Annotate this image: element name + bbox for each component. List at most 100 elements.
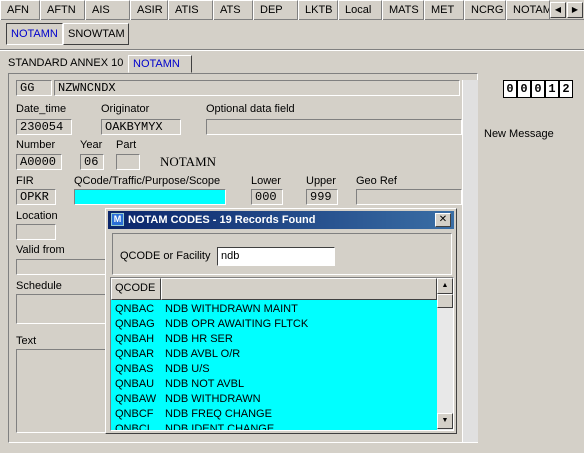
scroll-thumb[interactable] (437, 294, 453, 308)
list-item[interactable]: QNBAR NDB AVBL O/R (111, 347, 437, 362)
list-item[interactable]: QNBAG NDB OPR AWAITING FLTCK (111, 317, 437, 332)
tab-ais[interactable]: AIS (85, 0, 130, 20)
description-cell: NDB HR SER (165, 333, 233, 345)
description-cell: NDB WITHDRAWN MAINT (165, 303, 298, 315)
number-field[interactable]: A0000 (16, 154, 62, 170)
tab-afn[interactable]: AFN (0, 0, 40, 20)
georef-field[interactable] (356, 189, 462, 205)
valid-from-label: Valid from (16, 244, 65, 256)
search-group: QCODE or Facility ndb (112, 233, 452, 275)
qcode-cell: QNBAU (115, 378, 155, 390)
scroll-down-arrow-icon[interactable]: ▼ (437, 413, 453, 429)
column-header-description[interactable] (161, 278, 437, 300)
list-item[interactable]: QNBAC NDB WITHDRAWN MAINT (111, 302, 437, 317)
location-label: Location (16, 210, 58, 222)
qcode-results-list[interactable]: QCODE QNBAC NDB WITHDRAWN MAINT QNBAG NDB O… (110, 277, 454, 431)
text-label: Text (16, 335, 37, 347)
number-label: Number (16, 139, 56, 151)
subtab-snowtam[interactable]: SNOWTAM (63, 23, 129, 45)
upper-label: Upper (306, 175, 336, 187)
tab-dep[interactable]: DEP (253, 0, 298, 20)
text-area[interactable] (16, 349, 106, 433)
list-item[interactable]: QNBCF NDB FREQ CHANGE (111, 407, 437, 422)
part-field[interactable] (116, 154, 140, 170)
list-item[interactable]: QNBAU NDB NOT AVBL (111, 377, 437, 392)
divider (0, 49, 584, 51)
app-icon: M (111, 213, 124, 226)
description-cell: NDB NOT AVBL (165, 378, 245, 390)
tab-ats[interactable]: ATS (213, 0, 253, 20)
date-time-label: Date_time (16, 103, 67, 115)
qcode-field[interactable] (74, 189, 226, 205)
list-header: QCODE (111, 278, 437, 300)
schedule-label: Schedule (16, 280, 62, 292)
schedule-field[interactable] (16, 294, 106, 324)
list-item[interactable]: QNBCI NDB IDENT CHANGE (111, 422, 437, 431)
location-field[interactable] (16, 224, 56, 240)
qcode-cell: QNBCI (115, 423, 150, 431)
top-tab-strip: AFN AFTN AIS ASIR ATIS ATS DEP LKTB Loca… (0, 0, 584, 20)
scroll-right-arrow-icon[interactable]: ▶ (567, 2, 583, 18)
tab-lktb[interactable]: LKTB (298, 0, 338, 20)
qcode-cell: QNBAC (115, 303, 155, 315)
tab-atis[interactable]: ATIS (168, 0, 213, 20)
counter-digit: 0 (503, 80, 517, 98)
qcode-cell: QNBAS (115, 363, 154, 375)
qcode-cell: QNBAH (115, 333, 155, 345)
tab-asir[interactable]: ASIR (130, 0, 168, 20)
qcode-cell: QNBCF (115, 408, 154, 420)
year-label: Year (80, 139, 103, 151)
tab-notam[interactable]: NOTAM (506, 0, 550, 20)
section-tab-standard-annex[interactable]: STANDARD ANNEX 10 (4, 55, 127, 73)
tab-aftn[interactable]: AFTN (40, 0, 85, 20)
tab-ncrg[interactable]: NCRG (464, 0, 506, 20)
column-header-qcode[interactable]: QCODE (111, 278, 161, 300)
upper-field[interactable]: 999 (306, 189, 338, 205)
list-item[interactable]: QNBAS NDB U/S (111, 362, 437, 377)
notam-type-text: NOTAMN (160, 154, 217, 169)
subtab-notamn[interactable]: NOTAMN (6, 23, 63, 45)
dialog-titlebar[interactable]: M NOTAM CODES - 19 Records Found ✕ (108, 211, 454, 229)
originator-label: Originator (101, 103, 150, 115)
section-tab-notamn[interactable]: NOTAMN (128, 55, 192, 73)
lower-label: Lower (251, 175, 281, 187)
description-cell: NDB WITHDRAWN (165, 393, 261, 405)
gg-address-field[interactable]: NZWNCNDX (54, 80, 460, 96)
year-field[interactable]: 06 (80, 154, 104, 170)
date-time-field[interactable]: 230054 (16, 119, 72, 135)
optional-data-field[interactable] (206, 119, 462, 135)
georef-label: Geo Ref (356, 175, 397, 187)
qcode-cell: QNBAG (115, 318, 155, 330)
gg-label-box: GG (16, 80, 52, 96)
close-icon[interactable]: ✕ (435, 213, 451, 227)
search-label: QCODE or Facility (120, 250, 211, 262)
description-cell: NDB AVBL O/R (165, 348, 241, 360)
qcode-cell: QNBAR (115, 348, 155, 360)
fir-field[interactable]: OPKR (16, 189, 56, 205)
qcode-cell: QNBAW (115, 393, 157, 405)
list-item[interactable]: QNBAH NDB HR SER (111, 332, 437, 347)
description-cell: NDB IDENT CHANGE (165, 423, 275, 431)
tab-met[interactable]: MET (424, 0, 464, 20)
valid-from-field[interactable] (16, 259, 106, 275)
list-item[interactable]: QNBAW NDB WITHDRAWN (111, 392, 437, 407)
qcode-label: QCode/Traffic/Purpose/Scope (74, 175, 221, 187)
counter-digit: 0 (517, 80, 531, 98)
counter-digit: 2 (559, 80, 573, 98)
dialog-title: NOTAM CODES - 19 Records Found (128, 214, 316, 226)
qcode-search-input[interactable]: ndb (217, 247, 335, 266)
fir-label: FIR (16, 175, 34, 187)
originator-field[interactable]: OAKBYMYX (101, 119, 181, 135)
optional-field-label: Optional data field (206, 103, 295, 115)
counter-digit: 1 (545, 80, 559, 98)
lower-field[interactable]: 000 (251, 189, 283, 205)
form-scrollbar[interactable] (462, 80, 478, 442)
notam-codes-dialog: M NOTAM CODES - 19 Records Found ✕ QCODE… (105, 208, 457, 434)
description-cell: NDB FREQ CHANGE (165, 408, 272, 420)
scroll-up-arrow-icon[interactable]: ▲ (437, 278, 453, 294)
scroll-left-arrow-icon[interactable]: ◀ (550, 2, 566, 18)
description-cell: NDB OPR AWAITING FLTCK (165, 318, 309, 330)
tab-mats[interactable]: MATS (382, 0, 424, 20)
tab-local[interactable]: Local (338, 0, 382, 20)
list-scrollbar[interactable]: ▲ ▼ (437, 278, 453, 430)
